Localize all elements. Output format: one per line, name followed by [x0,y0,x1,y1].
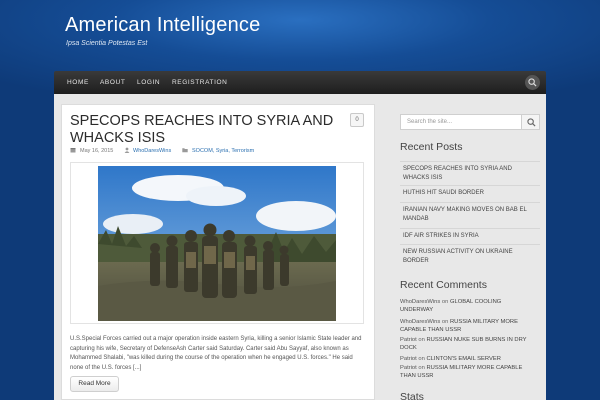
recent-post-item[interactable]: IDF AIR STRIKES IN SYRIA [400,228,540,244]
post-categories[interactable]: SOCOM, Syria, Terrorism [192,147,254,155]
post-title[interactable]: SPECOPS REACHES INTO SYRIA AND WHACKS IS… [70,113,340,147]
soldiers-photo [98,166,336,321]
nav-search-button[interactable] [525,75,540,90]
site-title[interactable]: American Intelligence [65,14,260,37]
sidebar-search-button[interactable] [521,114,540,130]
recent-comments-title: Recent Comments [400,279,487,291]
post-author-link[interactable]: WhoDaresWins [133,147,171,155]
read-more-button[interactable]: Read More [70,376,119,392]
main-navigation: HOME ABOUT LOGIN REGISTRATION [54,71,546,94]
recent-post-item[interactable]: IRANIAN NAVY MAKING MOVES ON BAB EL MAND… [400,202,540,228]
post-date: May 16, 2015 [80,148,114,154]
featured-image-soldiers[interactable] [98,166,336,321]
recent-post-item[interactable]: SPECOPS REACHES INTO SYRIA AND WHACKS IS… [400,161,540,185]
recent-comment-item[interactable]: WhoDaresWins on GLOBAL COOLING UNDERWAY [400,298,540,314]
sidebar-search-input[interactable]: Search the site... [400,114,522,130]
stats-title: Stats [400,391,424,400]
folder-icon [182,148,188,153]
recent-post-item[interactable]: NEW RUSSIAN ACTIVITY ON UKRAINE BORDER [400,244,540,270]
nav-item-home[interactable]: HOME [67,71,89,94]
comment-count-badge[interactable]: 0 [350,113,364,127]
nav-item-registration[interactable]: REGISTRATION [172,71,227,94]
search-icon [528,78,537,87]
recent-post-item[interactable]: HUTHIS HIT SAUDI BORDER [400,185,540,202]
nav-item-login[interactable]: LOGIN [137,71,160,94]
site-tagline: Ipsa Scientia Potestas Est [66,40,148,47]
calendar-icon [70,148,76,153]
recent-comment-item[interactable]: Patriot on RUSSIAN NUKE SUB BURNS IN DRY… [400,336,540,352]
recent-comment-item[interactable]: WhoDaresWins on RUSSIA MILITARY MORE CAP… [400,318,540,334]
author-icon [124,147,130,153]
recent-comment-item[interactable]: Patriot on CLINTON'S EMAIL SERVER [400,355,540,363]
recent-comment-item[interactable]: Patriot on RUSSIA MILITARY MORE CAPABLE … [400,364,540,380]
nav-item-about[interactable]: ABOUT [100,71,125,94]
site-header: American Intelligence Ipsa Scientia Pote… [0,0,600,72]
post-excerpt: U.S.Special Forces carried out a major o… [70,336,362,371]
search-icon [527,118,536,127]
recent-posts-title: Recent Posts [400,141,463,153]
